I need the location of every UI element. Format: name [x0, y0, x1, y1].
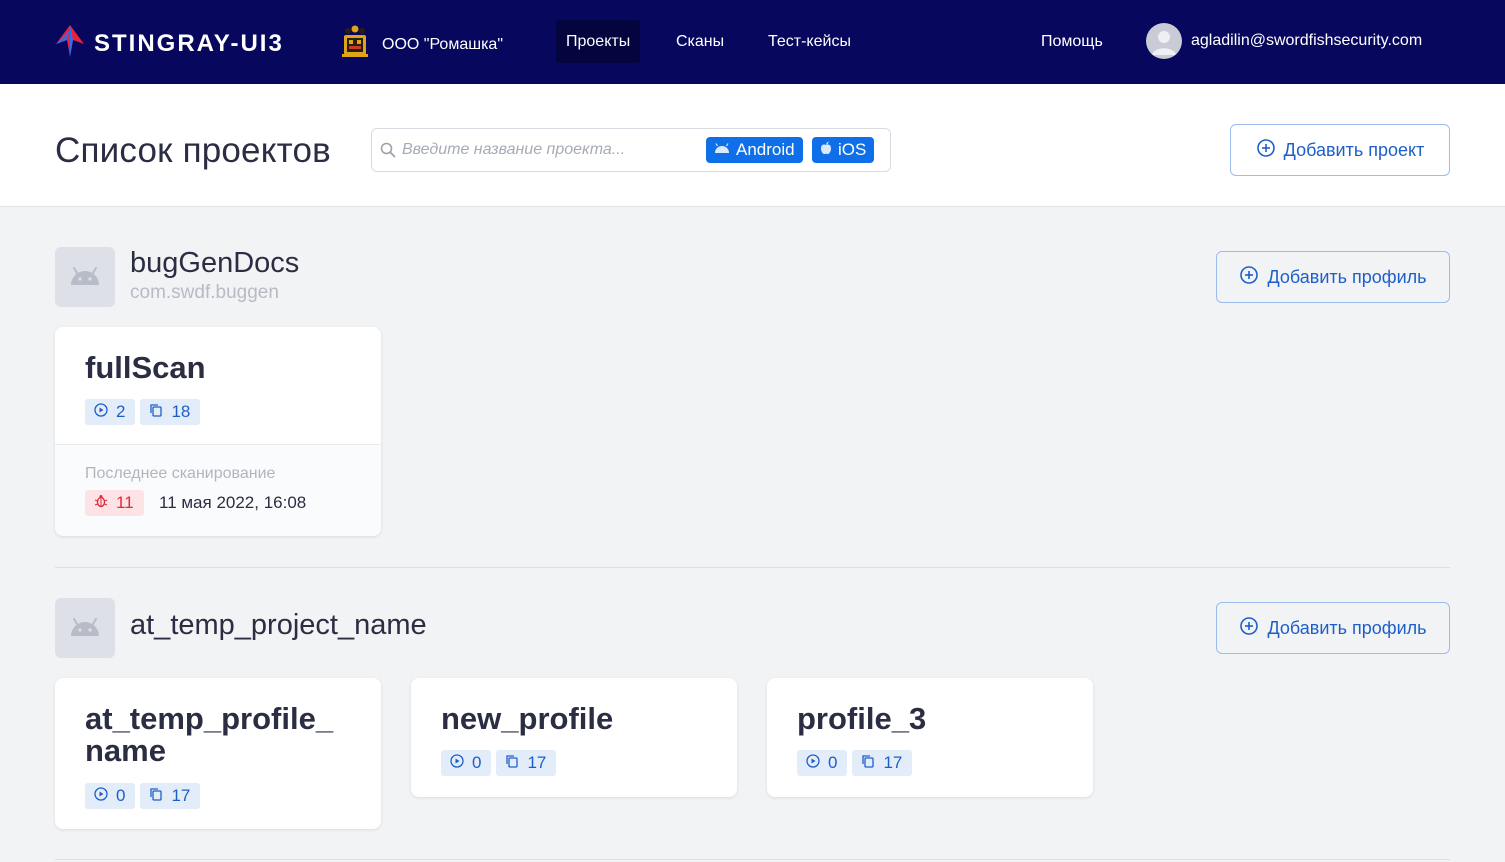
profile-card[interactable]: fullScan 2 18 Последнее сканирование 11 … — [55, 327, 381, 536]
profile-name: fullScan — [85, 350, 206, 385]
search-input[interactable] — [402, 138, 702, 162]
user-email: agladilin@swordfishsecurity.com — [1191, 32, 1423, 49]
testcases-count-badge: 17 — [852, 750, 913, 776]
profile-name: at_temp_profile_ name — [85, 703, 333, 767]
testcases-count: 17 — [171, 786, 191, 805]
filter-android-label: Android — [736, 140, 795, 159]
add-profile-label: Добавить профиль — [1267, 617, 1427, 638]
brand-logo[interactable]: STINGRAY-UI3 — [54, 24, 284, 63]
project-divider — [55, 859, 1450, 860]
last-scan-date: 11 мая 2022, 16:08 — [159, 493, 307, 512]
scans-count-badge: 0 — [797, 750, 848, 776]
profile-card[interactable]: at_temp_profile_ name 0 17 — [55, 678, 381, 829]
nav-help[interactable]: Помощь — [1031, 20, 1113, 63]
bugs-count-badge: 11 — [85, 490, 144, 516]
brand-name: STINGRAY-UI3 — [94, 29, 284, 57]
copy-icon — [505, 753, 519, 773]
scans-count: 0 — [472, 753, 482, 772]
last-scan-label: Последнее сканирование — [85, 465, 276, 482]
android-icon — [71, 267, 99, 285]
add-profile-label: Добавить профиль — [1267, 266, 1427, 287]
profile-name-line: at_temp_profile_ — [85, 701, 334, 736]
play-circle-icon — [94, 786, 108, 806]
project-platform-icon — [55, 598, 115, 658]
nav-test-cases[interactable]: Тест-кейсы — [758, 20, 861, 63]
testcases-count: 17 — [527, 753, 547, 772]
last-scan-section: Последнее сканирование 11 11 мая 2022, 1… — [55, 444, 381, 536]
organization-selector[interactable]: ООО "Ромашка" — [340, 25, 503, 64]
apple-icon — [820, 140, 832, 160]
stingray-logo-icon — [54, 24, 86, 63]
profile-name-line: name — [85, 733, 166, 768]
scans-count: 0 — [116, 786, 126, 805]
profile-name: new_profile — [441, 701, 614, 736]
scans-count: 0 — [828, 753, 838, 772]
copy-icon — [149, 402, 163, 422]
avatar — [1146, 23, 1182, 59]
play-circle-icon — [806, 753, 820, 773]
page-header: Список проектов Android — [0, 84, 1505, 207]
add-profile-button[interactable]: Добавить профиль — [1216, 602, 1450, 654]
android-icon — [714, 140, 730, 160]
profile-stats: 2 18 — [85, 399, 205, 425]
user-avatar-icon — [1152, 31, 1176, 55]
page-title: Список проектов — [55, 131, 331, 170]
nav-scans[interactable]: Сканы — [666, 20, 734, 63]
scans-count: 2 — [116, 402, 126, 421]
add-project-label: Добавить проект — [1283, 139, 1425, 160]
filter-android-chip[interactable]: Android — [706, 137, 803, 163]
copy-icon — [149, 786, 163, 806]
project-search: Android iOS — [371, 128, 891, 172]
organization-name: ООО "Ромашка" — [382, 35, 503, 53]
project-divider — [55, 567, 1450, 568]
project-name[interactable]: bugGenDocs — [130, 247, 299, 280]
project-platform-icon — [55, 247, 115, 307]
user-menu[interactable]: agladilin@swordfishsecurity.com — [1146, 23, 1422, 59]
play-circle-icon — [450, 753, 464, 773]
profile-stats: 0 17 — [441, 750, 561, 776]
plus-circle-icon — [1239, 616, 1259, 641]
testcases-count-badge: 17 — [140, 783, 201, 809]
search-icon — [380, 142, 396, 163]
android-icon — [71, 618, 99, 636]
bug-icon — [94, 493, 108, 513]
testcases-count: 17 — [883, 753, 903, 772]
profile-stats: 0 17 — [85, 783, 205, 809]
testcases-count: 18 — [171, 402, 191, 421]
profile-name: profile_3 — [797, 701, 927, 736]
project-name[interactable]: at_temp_project_name — [130, 609, 427, 642]
testcases-count-badge: 17 — [496, 750, 557, 776]
scans-count-badge: 2 — [85, 399, 136, 425]
filter-ios-chip[interactable]: iOS — [812, 137, 875, 163]
testcases-count-badge: 18 — [140, 399, 201, 425]
bugs-count: 11 — [116, 493, 134, 512]
nav-projects[interactable]: Проекты — [556, 20, 641, 63]
profile-stats: 0 17 — [797, 750, 917, 776]
add-project-button[interactable]: Добавить проект — [1230, 124, 1450, 176]
add-profile-button[interactable]: Добавить профиль — [1216, 251, 1450, 303]
top-navigation-bar: STINGRAY-UI3 ООО "Ромашка" Проекты Сканы… — [0, 0, 1505, 84]
plus-circle-icon — [1239, 265, 1259, 290]
profile-card[interactable]: profile_3 0 17 — [767, 678, 1093, 797]
organization-emblem-icon — [340, 25, 370, 64]
plus-circle-icon — [1256, 138, 1276, 163]
scans-count-badge: 0 — [85, 783, 136, 809]
profile-card[interactable]: new_profile 0 17 — [411, 678, 737, 797]
filter-ios-label: iOS — [838, 140, 867, 159]
play-circle-icon — [94, 402, 108, 422]
project-package: com.swdf.buggen — [130, 282, 279, 303]
copy-icon — [861, 753, 875, 773]
scans-count-badge: 0 — [441, 750, 492, 776]
